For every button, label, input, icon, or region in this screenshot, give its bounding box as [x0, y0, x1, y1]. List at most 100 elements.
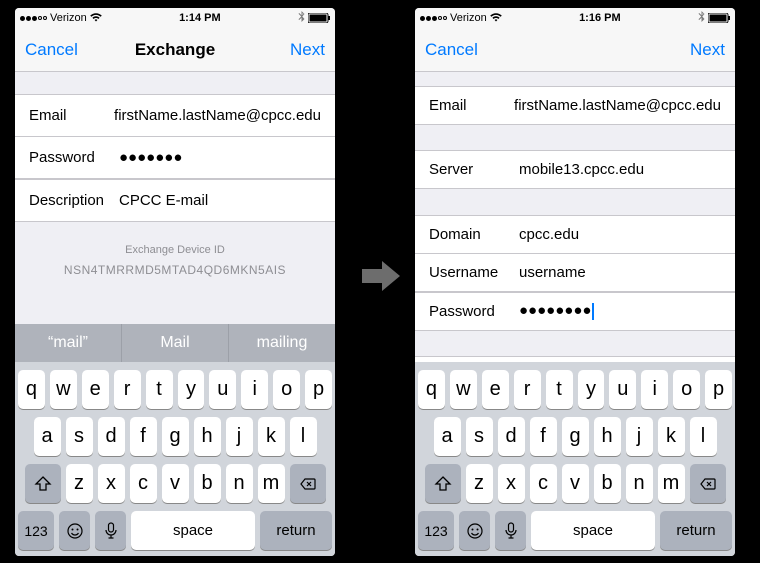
key-e[interactable]: e: [482, 370, 509, 409]
email-field[interactable]: Email firstName.lastName@cpcc.edu: [15, 94, 335, 137]
key-j[interactable]: j: [226, 417, 253, 456]
emoji-key[interactable]: [59, 511, 90, 550]
backspace-key[interactable]: [290, 464, 326, 503]
key-g[interactable]: g: [562, 417, 589, 456]
key-q[interactable]: q: [18, 370, 45, 409]
nav-title: Exchange: [135, 40, 215, 60]
key-l[interactable]: l: [690, 417, 717, 456]
key-o[interactable]: o: [273, 370, 300, 409]
server-value: mobile13.cpcc.edu: [519, 161, 721, 178]
key-r[interactable]: r: [514, 370, 541, 409]
keyboard-row-4: 123 space return: [415, 503, 735, 553]
key-a[interactable]: a: [34, 417, 61, 456]
key-y[interactable]: y: [178, 370, 205, 409]
key-y[interactable]: y: [578, 370, 605, 409]
key-s[interactable]: s: [466, 417, 493, 456]
device-id-value: NSN4TMRRMD5MTAD4QD6MKN5AIS: [25, 263, 325, 277]
domain-label: Domain: [429, 226, 519, 243]
wifi-icon: [90, 12, 102, 25]
return-key[interactable]: return: [660, 511, 732, 550]
next-button[interactable]: Next: [665, 40, 725, 60]
key-e[interactable]: e: [82, 370, 109, 409]
key-m[interactable]: m: [258, 464, 285, 503]
battery-icon: [708, 13, 730, 23]
key-h[interactable]: h: [594, 417, 621, 456]
backspace-key[interactable]: [690, 464, 726, 503]
return-key[interactable]: return: [260, 511, 332, 550]
key-n[interactable]: n: [226, 464, 253, 503]
numeric-key[interactable]: 123: [18, 511, 54, 550]
keyboard-row-3: z x c v b n m: [15, 456, 335, 503]
key-g[interactable]: g: [162, 417, 189, 456]
key-x[interactable]: x: [98, 464, 125, 503]
cancel-button[interactable]: Cancel: [425, 40, 485, 60]
device-id-label: Exchange Device ID: [25, 244, 325, 256]
email-value: firstName.lastName@cpcc.edu: [114, 107, 321, 124]
key-c[interactable]: c: [130, 464, 157, 503]
key-k[interactable]: k: [658, 417, 685, 456]
key-b[interactable]: b: [194, 464, 221, 503]
keyboard-row-1: q w e r t y u i o p: [15, 362, 335, 409]
nav-bar: Cancel Exchange Next: [15, 28, 335, 72]
email-field[interactable]: Email firstName.lastName@cpcc.edu: [415, 86, 735, 125]
key-z[interactable]: z: [466, 464, 493, 503]
suggestion-1[interactable]: “mail”: [15, 324, 122, 362]
key-v[interactable]: v: [162, 464, 189, 503]
password-value: ●●●●●●●: [119, 149, 321, 166]
key-w[interactable]: w: [450, 370, 477, 409]
key-u[interactable]: u: [209, 370, 236, 409]
space-key[interactable]: space: [531, 511, 655, 550]
key-h[interactable]: h: [194, 417, 221, 456]
numeric-key[interactable]: 123: [418, 511, 454, 550]
key-d[interactable]: d: [98, 417, 125, 456]
dictation-key[interactable]: [495, 511, 526, 550]
key-j[interactable]: j: [626, 417, 653, 456]
username-field[interactable]: Username username: [415, 253, 735, 292]
cancel-button[interactable]: Cancel: [25, 40, 85, 60]
description-field[interactable]: Description CPCC E-mail: [15, 179, 335, 222]
space-key[interactable]: space: [131, 511, 255, 550]
key-p[interactable]: p: [305, 370, 332, 409]
emoji-key[interactable]: [459, 511, 490, 550]
key-t[interactable]: t: [146, 370, 173, 409]
key-u[interactable]: u: [609, 370, 636, 409]
username-label: Username: [429, 264, 519, 281]
key-i[interactable]: i: [241, 370, 268, 409]
key-v[interactable]: v: [562, 464, 589, 503]
dictation-key[interactable]: [95, 511, 126, 550]
key-o[interactable]: o: [673, 370, 700, 409]
key-i[interactable]: i: [641, 370, 668, 409]
key-k[interactable]: k: [258, 417, 285, 456]
key-m[interactable]: m: [658, 464, 685, 503]
suggestion-bar: “mail” Mail mailing: [15, 324, 335, 362]
key-p[interactable]: p: [705, 370, 732, 409]
key-s[interactable]: s: [66, 417, 93, 456]
next-button[interactable]: Next: [265, 40, 325, 60]
keyboard-row-4: 123 space return: [15, 503, 335, 553]
key-d[interactable]: d: [498, 417, 525, 456]
key-b[interactable]: b: [594, 464, 621, 503]
key-z[interactable]: z: [66, 464, 93, 503]
password-field[interactable]: Password ●●●●●●●●: [415, 292, 735, 331]
key-f[interactable]: f: [130, 417, 157, 456]
key-n[interactable]: n: [626, 464, 653, 503]
status-bar: Verizon 1:16 PM: [415, 8, 735, 28]
key-f[interactable]: f: [530, 417, 557, 456]
domain-field[interactable]: Domain cpcc.edu: [415, 215, 735, 254]
key-q[interactable]: q: [418, 370, 445, 409]
key-r[interactable]: r: [114, 370, 141, 409]
password-value: ●●●●●●●●: [519, 302, 721, 320]
password-field[interactable]: Password ●●●●●●●: [15, 136, 335, 179]
shift-key[interactable]: [425, 464, 461, 503]
shift-key[interactable]: [25, 464, 61, 503]
suggestion-2[interactable]: Mail: [122, 324, 229, 362]
key-x[interactable]: x: [498, 464, 525, 503]
carrier-label: Verizon: [50, 12, 87, 24]
suggestion-3[interactable]: mailing: [229, 324, 335, 362]
key-t[interactable]: t: [546, 370, 573, 409]
key-w[interactable]: w: [50, 370, 77, 409]
server-field[interactable]: Server mobile13.cpcc.edu: [415, 150, 735, 189]
key-c[interactable]: c: [530, 464, 557, 503]
key-l[interactable]: l: [290, 417, 317, 456]
key-a[interactable]: a: [434, 417, 461, 456]
